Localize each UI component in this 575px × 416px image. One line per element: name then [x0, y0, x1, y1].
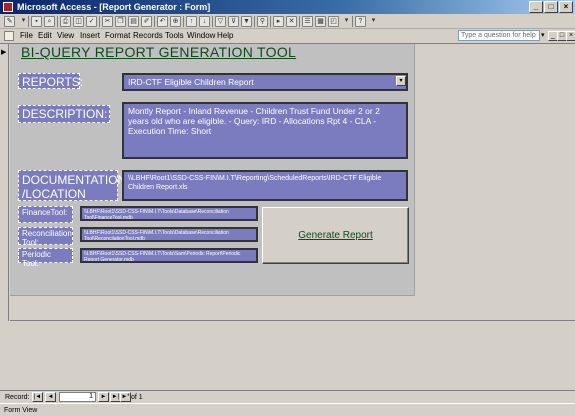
- hyperlink-icon[interactable]: ⊕: [170, 16, 181, 27]
- new-object-icon[interactable]: ◰: [328, 16, 339, 27]
- record-label: Record:: [5, 394, 30, 401]
- menu-tools[interactable]: Tools: [165, 31, 184, 41]
- toolbar-separator: [183, 16, 184, 27]
- record-navigation-bar: Record: |◄ ◄ 1 ► ►| ►* of 1: [0, 390, 575, 403]
- filter-by-form-icon[interactable]: ⊽: [228, 16, 239, 27]
- filter-by-selection-icon[interactable]: ▽: [215, 16, 226, 27]
- maximize-button[interactable]: □: [544, 1, 558, 13]
- undo-icon[interactable]: ↶: [157, 16, 168, 27]
- description-label: DESCRIPTION:: [18, 105, 110, 123]
- finance-tool-field[interactable]: \\LBHF\Root1\SSD-CSS-FIN\M.I.T\Tools\Dat…: [80, 206, 258, 221]
- sort-descending-icon[interactable]: ↓: [199, 16, 210, 27]
- database-window-icon[interactable]: ▦: [315, 16, 326, 27]
- status-bar: Form View: [0, 403, 575, 416]
- toolbar-options-icon[interactable]: ▾: [368, 16, 379, 27]
- periodic-tool-field[interactable]: \\LBHF\Root1\SSD-CSS-FIN\M.I.T\Tools\Sam…: [80, 248, 258, 263]
- paste-icon[interactable]: ▤: [128, 16, 139, 27]
- previous-record-button[interactable]: ◄: [45, 392, 56, 402]
- documentation-label: DOCUMENTATION /LOCATION: [18, 170, 126, 201]
- toolbar-separator: [270, 16, 271, 27]
- properties-icon[interactable]: ☰: [302, 16, 313, 27]
- generate-report-button[interactable]: Generate Report: [262, 207, 409, 264]
- save-icon[interactable]: ▪: [31, 16, 42, 27]
- new-record-icon[interactable]: ▸: [273, 16, 284, 27]
- reports-combo[interactable]: IRD-CTF Eligible Children Report: [122, 73, 408, 91]
- documentation-field[interactable]: \\LBHF\Root1\SSD-CSS-FIN\M.I.T\Reporting…: [122, 170, 408, 201]
- menu-view[interactable]: View: [57, 31, 74, 41]
- menu-edit[interactable]: Edit: [38, 31, 52, 41]
- reconciliation-tool-field[interactable]: \\LBHF\Root1\SSD-CSS-FIN\M.I.T\Tools\Dat…: [80, 227, 258, 242]
- toolbar-separator: [154, 16, 155, 27]
- toolbar-separator: [299, 16, 300, 27]
- minimize-button[interactable]: _: [529, 1, 543, 13]
- toolbar-separator: [28, 16, 29, 27]
- new-record-nav-button[interactable]: ►*: [120, 392, 131, 402]
- toolbar: ✎ ▾ ▪ ⌕ ⎙ ◫ ✓ ✂ ❐ ▤ ✐ ↶ ⊕ ↑ ↓ ▽ ⊽ ▼ ⚲ ▸ …: [0, 14, 575, 29]
- print-preview-icon[interactable]: ◫: [73, 16, 84, 27]
- menu-window[interactable]: Window: [187, 31, 215, 41]
- menu-records[interactable]: Records: [133, 31, 163, 41]
- apply-filter-icon[interactable]: ▼: [241, 16, 252, 27]
- new-object-dropdown-icon[interactable]: ▾: [341, 16, 352, 27]
- first-record-button[interactable]: |◄: [32, 392, 43, 402]
- reports-combo-value: IRD-CTF Eligible Children Report: [128, 77, 254, 87]
- find-icon[interactable]: ⚲: [257, 16, 268, 27]
- close-button[interactable]: ×: [559, 1, 573, 13]
- search-icon[interactable]: ⌕: [44, 16, 55, 27]
- record-count: of 1: [131, 394, 143, 401]
- toolbar-separator: [352, 16, 353, 27]
- title-bar: Microsoft Access - [Report Generator : F…: [0, 0, 575, 14]
- print-icon[interactable]: ⎙: [60, 16, 71, 27]
- menu-format[interactable]: Format: [105, 31, 130, 41]
- record-selector[interactable]: ▶: [0, 44, 9, 321]
- reports-dropdown-icon[interactable]: ▾: [396, 76, 406, 86]
- view-icon[interactable]: ✎: [4, 16, 15, 27]
- help-search-input[interactable]: Type a question for help: [458, 30, 540, 41]
- access-key-icon[interactable]: [3, 2, 13, 12]
- form-blank-area: [10, 320, 575, 388]
- description-field[interactable]: Montly Report - Inland Revenue - Childre…: [122, 102, 408, 159]
- menu-insert[interactable]: Insert: [80, 31, 100, 41]
- periodic-tool-label: Periodic Tool:: [18, 248, 73, 268]
- mdi-close-button[interactable]: ×: [566, 31, 575, 41]
- form-title: BI-QUERY REPORT GENERATION TOOL: [21, 44, 297, 60]
- form-icon[interactable]: [4, 31, 14, 41]
- spelling-icon[interactable]: ✓: [86, 16, 97, 27]
- delete-record-icon[interactable]: ✕: [286, 16, 297, 27]
- reports-label: REPORTS:: [18, 73, 83, 89]
- menu-file[interactable]: File: [20, 31, 33, 41]
- record-pointer-icon: ▶: [1, 49, 7, 56]
- help-icon[interactable]: ?: [355, 16, 366, 27]
- copy-icon[interactable]: ❐: [115, 16, 126, 27]
- finance-tool-label: FinanceTool:: [18, 206, 73, 223]
- status-text: Form View: [4, 407, 38, 414]
- format-painter-icon[interactable]: ✐: [141, 16, 152, 27]
- help-dropdown-icon[interactable]: ▾: [541, 31, 545, 39]
- current-record-input[interactable]: 1: [59, 392, 96, 402]
- window-title: Microsoft Access - [Report Generator : F…: [17, 2, 211, 12]
- next-record-button[interactable]: ►: [98, 392, 109, 402]
- reconciliation-tool-label: Reconciliation Tool:: [18, 227, 73, 247]
- sort-ascending-icon[interactable]: ↑: [186, 16, 197, 27]
- toolbar-separator: [99, 16, 100, 27]
- menu-bar: File Edit View Insert Format Records Too…: [0, 29, 575, 43]
- menu-help[interactable]: Help: [217, 31, 233, 41]
- cut-icon[interactable]: ✂: [102, 16, 113, 27]
- toolbar-separator: [212, 16, 213, 27]
- toolbar-separator: [57, 16, 58, 27]
- toolbar-separator: [254, 16, 255, 27]
